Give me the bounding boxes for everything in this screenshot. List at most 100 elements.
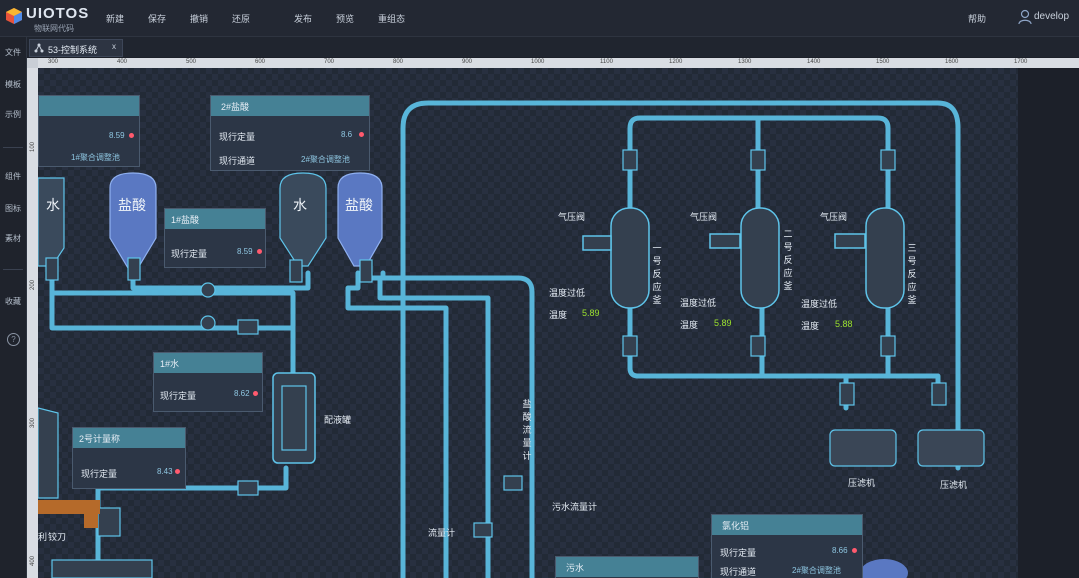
alarm-indicator-icon bbox=[359, 132, 364, 137]
ruler-tick-label: 1600 bbox=[945, 59, 959, 65]
panel-value: 8.66 bbox=[832, 546, 848, 555]
tab-control-system[interactable]: 53-控制系统 x bbox=[29, 39, 123, 57]
dosing-panel-5[interactable]: 2号计量称 现行定量 8.43 bbox=[72, 427, 186, 489]
temp-label: 温度 bbox=[549, 310, 568, 320]
user-name: develop bbox=[1034, 11, 1070, 22]
panel-value: 8.59 bbox=[237, 247, 253, 256]
dosing-panel-4[interactable]: 1#水 现行定量 8.62 bbox=[153, 352, 263, 412]
dosing-panel-6[interactable]: 氯化铝 现行定量 8.66 现行通道 2#聚合调整池 bbox=[711, 514, 863, 578]
canvas-margin bbox=[1018, 68, 1079, 578]
menu-new-button[interactable]: 新建 bbox=[106, 12, 124, 25]
panel-row-label: 现行通道 bbox=[720, 567, 757, 577]
ruler-tick-label: 900 bbox=[462, 59, 473, 65]
acid-flow-meter-label: 盐酸流量计 bbox=[522, 399, 532, 461]
reactor-1-label: 一号反应釜 bbox=[652, 243, 662, 305]
ruler-tick-label: 300 bbox=[48, 59, 59, 65]
hinge-label: 铰刀 bbox=[48, 532, 67, 542]
ruler-tick-label: 1200 bbox=[669, 59, 683, 65]
alarm-indicator-icon bbox=[253, 391, 258, 396]
water-tank-label: 水 bbox=[46, 197, 60, 213]
horizontal-ruler[interactable]: 300 400 500 600 700 800 900 1000 1100 1200 1300 140… bbox=[38, 58, 1079, 68]
panel-channel: 1#聚合调整池 bbox=[71, 153, 120, 162]
panel-title: 1#水 bbox=[160, 359, 180, 369]
pipe bbox=[130, 265, 311, 291]
ruler-tick-label: 800 bbox=[393, 59, 404, 65]
panel-value: 8.6 bbox=[341, 130, 353, 139]
sidebar-item-example[interactable]: 示例 bbox=[0, 109, 26, 120]
logo-text: UIOTOS bbox=[26, 5, 90, 22]
sewage-flow-meter-label: 污水流量计 bbox=[552, 502, 598, 512]
panel-value: 8.62 bbox=[234, 389, 250, 398]
dosing-panel-7[interactable]: 污水 bbox=[555, 556, 699, 578]
ruler-tick-label: 1100 bbox=[600, 59, 613, 65]
menu-publish-button[interactable]: 发布 bbox=[294, 12, 312, 25]
tab-label: 53-控制系统 bbox=[48, 45, 98, 55]
menu-undo-button[interactable]: 撤销 bbox=[190, 12, 208, 25]
reactor-2-label: 二号反应釜 bbox=[783, 229, 793, 291]
mixing-tank-label: 配液罐 bbox=[324, 415, 352, 425]
ruler-tick-label: 600 bbox=[255, 59, 266, 65]
panel-title: 污水 bbox=[566, 563, 585, 573]
sidebar-item-component[interactable]: 组件 bbox=[0, 171, 26, 182]
alarm-indicator-icon bbox=[852, 548, 857, 553]
ruler-tick-label: 100 bbox=[30, 141, 37, 153]
ruler-tick-label: 400 bbox=[30, 555, 37, 567]
top-bar: UIOTOS 物联网代码 新建 保存 撤销 还原 发布 预览 重组态 帮助 de… bbox=[0, 0, 1079, 37]
sidebar-item-file[interactable]: 文件 bbox=[0, 47, 26, 58]
temp-low-warning: 温度过低 bbox=[549, 288, 586, 298]
sidebar-item-template[interactable]: 模板 bbox=[0, 79, 26, 90]
alarm-indicator-icon bbox=[129, 133, 134, 138]
left-sidebar: 文件 模板 示例 组件 图标 素材 收藏 ? bbox=[0, 37, 27, 578]
diagram-canvas[interactable]: 水 盐酸 水 盐酸 8.59 1#聚合调整池 2#盐酸 现行定量 8.6 现行通… bbox=[38, 68, 1018, 578]
pressure-valve-label: 气压阀 bbox=[690, 212, 718, 222]
panel-row-label: 现行通道 bbox=[219, 156, 256, 166]
pipe bbox=[759, 305, 891, 379]
ruler-tick-label: 1700 bbox=[1014, 59, 1028, 65]
sidebar-divider bbox=[3, 269, 23, 270]
dosing-panel-3[interactable]: 1#盐酸 现行定量 8.59 bbox=[164, 208, 266, 268]
user-icon bbox=[1018, 9, 1032, 25]
help-icon[interactable]: ? bbox=[7, 333, 20, 346]
ruler-tick-label: 1500 bbox=[876, 59, 890, 65]
dosing-panel-2[interactable]: 2#盐酸 现行定量 8.6 现行通道 2#聚合调整池 bbox=[210, 95, 370, 171]
panel-title: 2#盐酸 bbox=[221, 102, 250, 112]
ruler-tick-label: 300 bbox=[30, 417, 37, 429]
ruler-corner bbox=[27, 58, 38, 68]
ruler-tick-label: 1400 bbox=[807, 59, 821, 65]
temp-label: 温度 bbox=[680, 320, 699, 330]
menu-help-button[interactable]: 帮助 bbox=[968, 12, 986, 25]
sidebar-item-icon[interactable]: 图标 bbox=[0, 203, 26, 214]
panel-channel: 2#聚合调整池 bbox=[792, 566, 841, 575]
ruler-tick-label: 1000 bbox=[531, 59, 545, 65]
ruler-tick-label: 500 bbox=[186, 59, 197, 65]
temp-value: 5.89 bbox=[582, 308, 600, 318]
logo-subtitle: 物联网代码 bbox=[34, 24, 74, 33]
menu-reconfigure-button[interactable]: 重组态 bbox=[378, 12, 405, 25]
menu-preview-button[interactable]: 预览 bbox=[336, 12, 354, 25]
acid-tank-label: 盐酸 bbox=[345, 197, 373, 213]
ruler-tick-label: 400 bbox=[117, 59, 128, 65]
logo: UIOTOS 物联网代码 bbox=[6, 4, 90, 33]
sidebar-item-material[interactable]: 素材 bbox=[0, 233, 26, 244]
vertical-ruler[interactable]: 100 200 300 400 bbox=[27, 68, 38, 578]
ruler-tick-label: 1300 bbox=[738, 59, 752, 65]
dosing-panel-1[interactable]: 8.59 1#聚合调整池 bbox=[38, 95, 140, 167]
ruler-tick-label: 700 bbox=[324, 59, 335, 65]
acid-tank-label: 盐酸 bbox=[118, 197, 146, 213]
menu-redo-button[interactable]: 还原 bbox=[232, 12, 250, 25]
share-icon bbox=[34, 43, 44, 53]
temp-low-warning: 温度过低 bbox=[680, 298, 717, 308]
alarm-indicator-icon bbox=[175, 469, 180, 474]
panel-channel: 2#聚合调整池 bbox=[301, 155, 350, 164]
close-icon[interactable]: x bbox=[112, 42, 116, 51]
sidebar-item-favorite[interactable]: 收藏 bbox=[0, 296, 26, 307]
water-tank-label: 水 bbox=[293, 197, 307, 213]
panel-title: 2号计量称 bbox=[79, 434, 121, 444]
pressure-valve-label: 气压阀 bbox=[558, 212, 586, 222]
tab-bar: 53-控制系统 x bbox=[27, 37, 1079, 57]
alarm-indicator-icon bbox=[257, 249, 262, 254]
ruler-tick-label: 200 bbox=[30, 279, 37, 291]
menu-save-button[interactable]: 保存 bbox=[148, 12, 166, 25]
panel-row-label: 现行定量 bbox=[219, 132, 256, 142]
panel-title: 氯化铝 bbox=[722, 521, 750, 531]
